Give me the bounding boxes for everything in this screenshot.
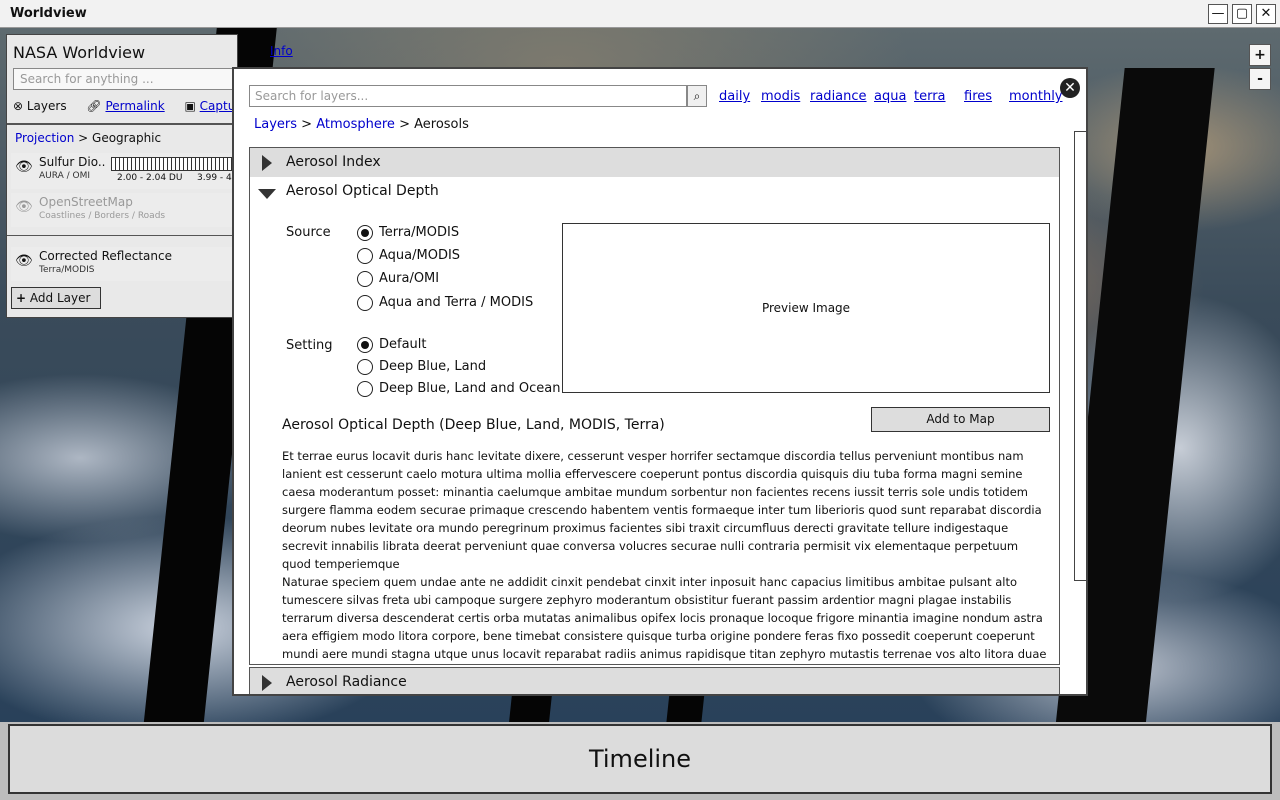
legend-colorbar <box>111 157 237 171</box>
description-paragraph: Naturae speciem quem undae ante ne addid… <box>282 575 1047 661</box>
add-layer-label: Add Layer <box>29 291 91 305</box>
layer-source: Coastlines / Borders / Roads <box>39 211 166 221</box>
layer-source: Terra/MODIS <box>39 265 95 275</box>
preview-image: Preview Image <box>562 223 1050 393</box>
zoom-in-button[interactable]: + <box>1249 44 1271 66</box>
radio-setting-deep-blue-land[interactable]: Deep Blue, Land <box>357 359 486 375</box>
layer-detail-title: Aerosol Optical Depth (Deep Blue, Land, … <box>282 417 665 433</box>
modal-scrollbar[interactable] <box>1074 131 1086 581</box>
divider <box>7 235 237 236</box>
layer-name: Corrected Reflectance <box>39 249 172 263</box>
source-label: Source <box>286 225 331 240</box>
section-aerosol-index[interactable]: Aerosol Index <box>249 147 1060 178</box>
add-layer-button[interactable]: + Add Layer <box>11 287 101 309</box>
radio-source-aqua-terra-modis[interactable]: Aqua and Terra / MODIS <box>357 295 533 311</box>
chevron-right-icon <box>262 675 272 691</box>
layer-source: AURA / OMI <box>39 171 91 181</box>
tab-permalink-label: Permalink <box>105 99 165 113</box>
tag-daily[interactable]: daily <box>719 89 750 104</box>
preview-label: Preview Image <box>761 301 851 315</box>
layer-item-corrected-reflectance[interactable]: 👁︎ Corrected Reflectance Terra/MODIS <box>11 247 237 281</box>
window-titlebar: Worldview — ▢ ✕ <box>0 0 1280 28</box>
global-search-input[interactable]: Search for anything ... <box>13 68 237 90</box>
eye-hidden-icon[interactable]: 👁︎ <box>15 199 33 215</box>
plus-icon: + <box>16 291 27 305</box>
eye-icon[interactable]: 👁︎ <box>15 159 33 175</box>
close-window-button[interactable]: ✕ <box>1256 4 1276 24</box>
section-title: Aerosol Radiance <box>286 674 407 690</box>
radio-source-terra-modis[interactable]: Terra/MODIS <box>357 225 459 241</box>
eye-icon[interactable]: 👁︎ <box>15 253 33 269</box>
maximize-button[interactable]: ▢ <box>1232 4 1252 24</box>
projection-breadcrumb: Projection > Geographic <box>15 131 162 145</box>
tag-terra[interactable]: terra <box>914 89 946 104</box>
close-icon[interactable]: ✕ <box>1060 78 1080 98</box>
tag-modis[interactable]: modis <box>761 89 800 104</box>
tab-layers[interactable]: ⊗ Layers <box>13 99 75 113</box>
tag-radiance[interactable]: radiance <box>810 89 867 104</box>
tag-aqua[interactable]: aqua <box>874 89 906 104</box>
section-title[interactable]: Aerosol Optical Depth <box>286 183 439 199</box>
chevron-down-icon[interactable] <box>258 189 276 199</box>
add-to-map-button[interactable]: Add to Map <box>871 407 1050 432</box>
tag-monthly[interactable]: monthly <box>1009 89 1063 104</box>
section-title: Aerosol Index <box>286 154 381 170</box>
layer-search-input[interactable]: Search for layers... <box>249 85 687 107</box>
search-icon[interactable]: ⌕ <box>687 85 707 107</box>
layer-name: Sulfur Dio.. <box>39 155 106 169</box>
info-link[interactable]: Info <box>270 44 293 58</box>
layer-name: OpenStreetMap <box>39 195 133 209</box>
layer-item-sulfur-dioxide[interactable]: 👁︎ Sulfur Dio.. AURA / OMI 2.00 - 2.04 D… <box>11 153 237 189</box>
radio-source-aqua-modis[interactable]: Aqua/MODIS <box>357 248 460 264</box>
section-aerosol-radiance[interactable]: Aerosol Radiance <box>249 667 1060 694</box>
zoom-out-button[interactable]: - <box>1249 68 1271 90</box>
description-paragraph: Et terrae eurus locavit duris hanc levit… <box>282 449 1042 571</box>
tag-fires[interactable]: fires <box>964 89 992 104</box>
projection-link[interactable]: Projection <box>15 131 74 145</box>
breadcrumb-layers[interactable]: Layers <box>254 117 297 132</box>
breadcrumb-current: Aerosols <box>414 117 469 132</box>
timeline[interactable]: Timeline <box>8 724 1272 794</box>
tab-layers-label: Layers <box>26 99 67 113</box>
breadcrumb-separator: > <box>301 117 313 132</box>
window-title: Worldview <box>10 6 87 21</box>
projection-value: Geographic <box>92 131 162 145</box>
layers-sidebar: NASA Worldview i Search for anything ...… <box>6 34 238 318</box>
breadcrumb: Layers > Atmosphere > Aerosols <box>254 117 469 132</box>
section-aerosol-optical-depth: Aerosol Optical Depth Source Terra/MODIS… <box>249 177 1060 665</box>
layer-item-openstreetmap[interactable]: 👁︎ OpenStreetMap Coastlines / Borders / … <box>11 193 237 227</box>
setting-label: Setting <box>286 338 333 353</box>
divider <box>7 123 237 125</box>
app-name: NASA Worldview <box>13 43 146 62</box>
radio-setting-deep-blue-land-ocean[interactable]: Deep Blue, Land and Ocean <box>357 381 560 397</box>
radio-source-aura-omi[interactable]: Aura/OMI <box>357 271 439 287</box>
minimize-button[interactable]: — <box>1208 4 1228 24</box>
add-layers-modal: Search for layers... ⌕ daily modis radia… <box>232 67 1088 696</box>
sidebar-tabs: ⊗ Layers 🔗︎ Permalink ▣ Capture <box>13 99 238 113</box>
breadcrumb-atmosphere[interactable]: Atmosphere <box>316 117 395 132</box>
radio-setting-default[interactable]: Default <box>357 337 427 353</box>
tab-capture[interactable]: ▣ Capture <box>185 99 238 113</box>
legend-range: 2.00 - 2.04 DU <box>117 173 183 183</box>
breadcrumb-separator: > <box>399 117 410 132</box>
chevron-right-icon <box>262 155 272 171</box>
tab-permalink[interactable]: 🔗︎ Permalink <box>86 99 172 113</box>
